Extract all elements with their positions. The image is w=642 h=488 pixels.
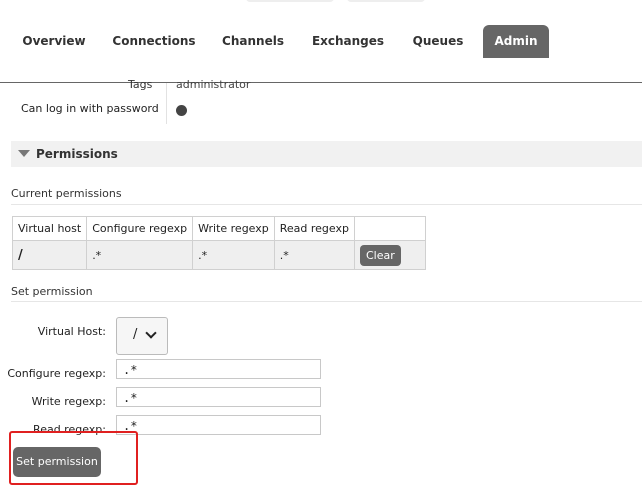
clear-permission-button[interactable]: Clear — [359, 244, 401, 266]
col-configure-regexp: Configure regexp — [86, 216, 194, 241]
virtual-host-label: Virtual Host: — [37, 325, 106, 338]
tab-exchanges[interactable]: Exchanges — [306, 25, 390, 58]
set-permission-button[interactable]: Set permission — [13, 447, 101, 477]
cell-read: .* — [273, 240, 355, 270]
cell-write: .* — [192, 240, 275, 270]
col-read-regexp: Read regexp — [273, 216, 355, 241]
col-write-regexp: Write regexp — [192, 216, 275, 241]
collapse-triangle-icon — [18, 150, 30, 157]
top-control-stub[interactable] — [246, 0, 334, 2]
read-regexp-input[interactable]: .* — [116, 415, 321, 435]
tab-queues[interactable]: Queues — [404, 25, 472, 58]
table-header-row: Virtual host Configure regexp Write rege… — [11, 216, 426, 241]
virtual-host-select[interactable]: / — [116, 317, 168, 355]
heading-underline — [11, 204, 642, 205]
heading-underline — [11, 301, 642, 302]
tab-channels[interactable]: Channels — [213, 25, 293, 58]
main-nav: Overview Connections Channels Exchanges … — [0, 25, 642, 83]
tab-overview[interactable]: Overview — [14, 25, 94, 58]
configure-regexp-label: Configure regexp: — [7, 367, 106, 380]
permissions-table: Virtual host Configure regexp Write rege… — [11, 216, 426, 270]
tab-admin[interactable]: Admin — [483, 25, 549, 58]
permissions-section-header[interactable]: Permissions — [11, 141, 642, 167]
tags-label: Tags — [128, 78, 153, 91]
read-regexp-label: Read regexp: — [33, 423, 106, 436]
chevron-down-icon — [145, 327, 157, 339]
table-row: / .* .* .* Clear — [11, 240, 426, 270]
current-permissions-heading: Current permissions — [11, 187, 122, 200]
col-actions — [353, 216, 426, 241]
permissions-section-title: Permissions — [36, 147, 118, 161]
configure-regexp-input[interactable]: .* — [116, 359, 321, 379]
cell-configure: .* — [86, 240, 194, 270]
top-control-stub[interactable] — [347, 0, 425, 2]
cell-vhost: / — [11, 240, 88, 270]
cell-action: Clear — [353, 240, 426, 270]
set-permission-heading: Set permission — [11, 285, 93, 298]
tags-value: administrator — [176, 78, 251, 91]
detail-divider — [166, 83, 167, 124]
rabbitmq-admin-page: Overview Connections Channels Exchanges … — [0, 0, 642, 488]
virtual-host-value: / — [133, 327, 138, 342]
col-virtual-host: Virtual host — [11, 216, 88, 241]
can-login-label: Can log in with password — [21, 102, 159, 115]
can-login-indicator-icon — [176, 105, 187, 116]
nav-divider — [0, 82, 642, 83]
write-regexp-input[interactable]: .* — [116, 387, 321, 407]
tab-connections[interactable]: Connections — [108, 25, 200, 58]
write-regexp-label: Write regexp: — [31, 395, 106, 408]
